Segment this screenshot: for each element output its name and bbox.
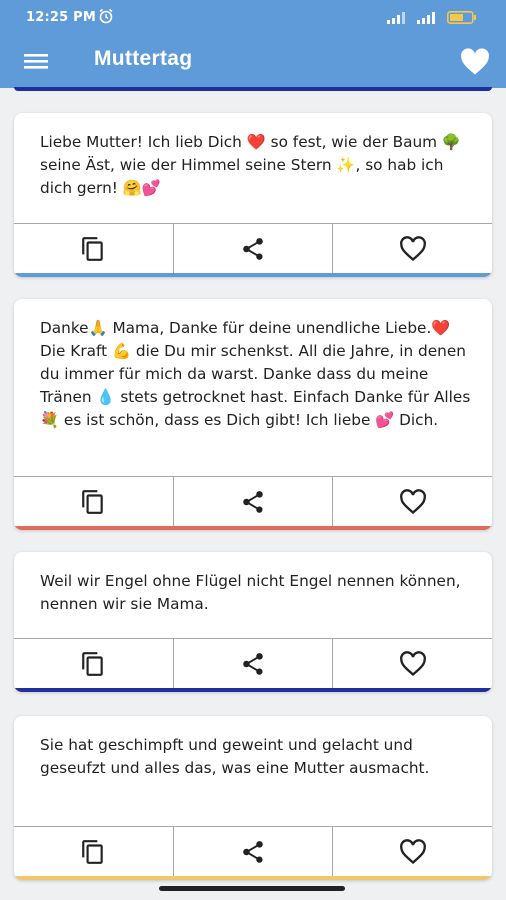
card-actions	[14, 476, 492, 527]
copy-button[interactable]	[14, 639, 174, 689]
share-button[interactable]	[174, 477, 334, 527]
heart-outline-icon	[399, 839, 426, 865]
heart-outline-icon	[399, 489, 426, 515]
copy-icon	[82, 840, 104, 864]
home-indicator[interactable]	[159, 886, 345, 891]
card-actions	[14, 826, 492, 877]
quote-text: Weil wir Engel ohne Flügel nicht Engel n…	[40, 572, 461, 613]
quote-text: Liebe Mutter! Ich lieb Dich ❤️ so fest, …	[40, 133, 461, 197]
quote-text: Sie hat geschimpft und geweint und gelac…	[40, 736, 430, 777]
alarm-icon	[99, 8, 113, 24]
copy-icon	[82, 237, 104, 261]
favorite-button[interactable]	[333, 827, 492, 877]
copy-button[interactable]	[14, 827, 174, 877]
share-button[interactable]	[174, 827, 334, 877]
signal-icon	[417, 12, 435, 24]
quote-card: Sie hat geschimpft und geweint und gelac…	[14, 716, 492, 880]
heart-outline-icon	[399, 651, 426, 677]
quote-text: Danke🙏 Mama, Danke für deine unendliche …	[40, 319, 471, 429]
card-actions	[14, 638, 492, 689]
app-bar: Muttertag	[0, 36, 506, 88]
copy-button[interactable]	[14, 477, 174, 527]
battery-icon	[447, 11, 476, 24]
card-accent-bar	[14, 273, 492, 277]
card-actions	[14, 223, 492, 274]
heart-outline-icon	[399, 236, 426, 262]
quote-card: Weil wir Engel ohne Flügel nicht Engel n…	[14, 552, 492, 692]
favorites-heart-icon[interactable]	[460, 48, 490, 76]
card-accent-bar	[14, 526, 492, 530]
quote-card: Liebe Mutter! Ich lieb Dich ❤️ so fest, …	[14, 113, 492, 277]
menu-icon[interactable]	[22, 49, 50, 73]
share-icon	[243, 841, 263, 863]
copy-icon	[82, 652, 104, 676]
share-button[interactable]	[174, 224, 334, 274]
copy-button[interactable]	[14, 224, 174, 274]
signal-icon	[387, 12, 405, 24]
copy-icon	[82, 490, 104, 514]
page-title: Muttertag	[94, 47, 193, 70]
status-time: 12:25 PM	[26, 10, 96, 25]
status-bar: 12:25 PM	[0, 0, 506, 36]
card-accent-bar	[14, 876, 492, 880]
share-icon	[243, 238, 263, 260]
quote-card: Danke🙏 Mama, Danke für deine unendliche …	[14, 299, 492, 530]
share-icon	[243, 653, 263, 675]
card-accent-bar	[14, 688, 492, 692]
favorite-button[interactable]	[333, 477, 492, 527]
share-icon	[243, 491, 263, 513]
previous-card-bottom-bar	[14, 87, 492, 91]
favorite-button[interactable]	[333, 224, 492, 274]
share-button[interactable]	[174, 639, 334, 689]
favorite-button[interactable]	[333, 639, 492, 689]
